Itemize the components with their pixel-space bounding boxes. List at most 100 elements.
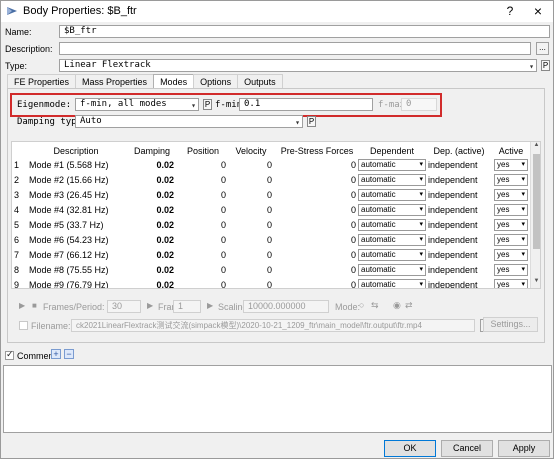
cell-dependent-select[interactable]: automatic ▾ <box>358 264 426 276</box>
column-header-active[interactable]: Active <box>492 144 530 158</box>
cell-description[interactable]: Mode #8 (75.55 Hz) <box>29 263 125 278</box>
cell-position[interactable]: 0 <box>180 278 226 288</box>
cell-velocity[interactable]: 0 <box>228 248 272 263</box>
cell-dep-active[interactable]: independent <box>428 173 490 188</box>
row-index[interactable]: 1 <box>14 158 26 173</box>
row-index[interactable]: 8 <box>14 263 26 278</box>
mode-radio-loop[interactable]: ◉ <box>393 300 401 311</box>
cell-damping[interactable]: 0.02 <box>128 248 174 263</box>
cell-dep-active[interactable]: independent <box>428 263 490 278</box>
cell-dep-active[interactable]: independent <box>428 203 490 218</box>
filename-checkbox[interactable] <box>19 321 28 330</box>
column-header-prestress[interactable]: Pre-Stress Forces <box>276 144 358 158</box>
cell-prestress[interactable]: 0 <box>276 263 356 278</box>
cell-description[interactable]: Mode #4 (32.81 Hz) <box>29 203 125 218</box>
cell-description[interactable]: Mode #6 (54.23 Hz) <box>29 233 125 248</box>
cell-position[interactable]: 0 <box>180 233 226 248</box>
frames-period-field[interactable]: 30 <box>107 300 141 313</box>
cell-velocity[interactable]: 0 <box>228 233 272 248</box>
cell-velocity[interactable]: 0 <box>228 203 272 218</box>
cell-position[interactable]: 0 <box>180 203 226 218</box>
table-row[interactable]: 3 Mode #3 (26.45 Hz) 0.02 0 0 0 independent aut… <box>12 188 530 203</box>
cell-active-select[interactable]: yes ▾ <box>494 234 528 246</box>
column-header-damping[interactable]: Damping <box>126 144 178 158</box>
table-row[interactable]: 2 Mode #2 (15.66 Hz) 0.02 0 0 0 independent aut… <box>12 173 530 188</box>
cell-dep-active[interactable]: independent <box>428 278 490 288</box>
scaling-field[interactable]: 10000.000000 <box>243 300 329 313</box>
table-row[interactable]: 9 Mode #9 (76.79 Hz) 0.02 0 0 0 independent aut… <box>12 278 530 288</box>
cell-active-select[interactable]: yes ▾ <box>494 159 528 171</box>
cell-description[interactable]: Mode #9 (76.79 Hz) <box>29 278 125 288</box>
row-index[interactable]: 4 <box>14 203 26 218</box>
cell-velocity[interactable]: 0 <box>228 158 272 173</box>
name-field[interactable]: $B_ftr <box>59 25 550 38</box>
tab-mass-properties[interactable]: Mass Properties <box>75 74 155 89</box>
table-row[interactable]: 4 Mode #4 (32.81 Hz) 0.02 0 0 0 independent aut… <box>12 203 530 218</box>
cell-description[interactable]: Mode #2 (15.66 Hz) <box>29 173 125 188</box>
row-index[interactable]: 3 <box>14 188 26 203</box>
cell-damping[interactable]: 0.02 <box>128 158 174 173</box>
settings-button[interactable]: Settings... <box>483 317 538 332</box>
tab-outputs[interactable]: Outputs <box>237 74 283 89</box>
cell-prestress[interactable]: 0 <box>276 233 356 248</box>
cell-dep-active[interactable]: independent <box>428 188 490 203</box>
cell-dependent-select[interactable]: automatic ▾ <box>358 159 426 171</box>
cell-prestress[interactable]: 0 <box>276 173 356 188</box>
row-index[interactable]: 9 <box>14 278 26 288</box>
cell-dep-active[interactable]: independent <box>428 158 490 173</box>
scroll-down-icon[interactable]: ▼ <box>531 278 540 288</box>
cell-dependent-select[interactable]: automatic ▾ <box>358 189 426 201</box>
cell-description[interactable]: Mode #3 (26.45 Hz) <box>29 188 125 203</box>
cell-position[interactable]: 0 <box>180 248 226 263</box>
row-index[interactable]: 6 <box>14 233 26 248</box>
cell-damping[interactable]: 0.02 <box>128 218 174 233</box>
cell-active-select[interactable]: yes ▾ <box>494 189 528 201</box>
cell-position[interactable]: 0 <box>180 158 226 173</box>
row-index[interactable]: 5 <box>14 218 26 233</box>
cell-velocity[interactable]: 0 <box>228 278 272 288</box>
cell-damping[interactable]: 0.02 <box>128 203 174 218</box>
table-row[interactable]: 6 Mode #6 (54.23 Hz) 0.02 0 0 0 independent aut… <box>12 233 530 248</box>
cell-position[interactable]: 0 <box>180 188 226 203</box>
cell-velocity[interactable]: 0 <box>228 218 272 233</box>
help-button[interactable]: ? <box>501 3 519 19</box>
cell-active-select[interactable]: yes ▾ <box>494 249 528 261</box>
cell-dependent-select[interactable]: automatic ▾ <box>358 174 426 186</box>
cell-velocity[interactable]: 0 <box>228 188 272 203</box>
filename-field[interactable]: ck2021LinearFlextrack测试交流(simpack模型)\202… <box>71 319 475 332</box>
comment-remove-button[interactable]: − <box>64 349 74 359</box>
cell-active-select[interactable]: yes ▾ <box>494 204 528 216</box>
cell-dep-active[interactable]: independent <box>428 218 490 233</box>
damping-parameter-button[interactable]: P <box>307 116 316 127</box>
cell-active-select[interactable]: yes ▾ <box>494 264 528 276</box>
type-parameter-button[interactable]: P <box>541 60 550 71</box>
column-header-description[interactable]: Description <box>28 144 124 158</box>
column-header-position[interactable]: Position <box>180 144 226 158</box>
cell-prestress[interactable]: 0 <box>276 203 356 218</box>
cell-damping[interactable]: 0.02 <box>128 263 174 278</box>
cell-position[interactable]: 0 <box>180 218 226 233</box>
apply-button[interactable]: Apply <box>498 440 550 457</box>
cell-dependent-select[interactable]: automatic ▾ <box>358 279 426 288</box>
table-row[interactable]: 1 Mode #1 (5.568 Hz) 0.02 0 0 0 independent aut… <box>12 158 530 173</box>
mode-radio-single[interactable]: ○ <box>359 300 364 310</box>
close-button[interactable]: × <box>529 3 547 19</box>
tab-options[interactable]: Options <box>193 74 239 89</box>
cell-active-select[interactable]: yes ▾ <box>494 219 528 231</box>
column-header-dependent[interactable]: Dependent <box>358 144 426 158</box>
table-row[interactable]: 5 Mode #5 (33.7 Hz) 0.02 0 0 0 independent auto… <box>12 218 530 233</box>
cell-position[interactable]: 0 <box>180 263 226 278</box>
scroll-up-icon[interactable]: ▲ <box>531 142 540 152</box>
description-field[interactable] <box>59 42 531 55</box>
cell-velocity[interactable]: 0 <box>228 173 272 188</box>
table-row[interactable]: 7 Mode #7 (66.12 Hz) 0.02 0 0 0 independent aut… <box>12 248 530 263</box>
row-index[interactable]: 2 <box>14 173 26 188</box>
cell-dep-active[interactable]: independent <box>428 248 490 263</box>
cell-description[interactable]: Mode #5 (33.7 Hz) <box>29 218 125 233</box>
comment-textarea[interactable] <box>3 365 552 433</box>
cell-damping[interactable]: 0.02 <box>128 188 174 203</box>
comment-checkbox[interactable] <box>5 349 14 360</box>
row-index[interactable]: 7 <box>14 248 26 263</box>
cell-dependent-select[interactable]: automatic ▾ <box>358 234 426 246</box>
cell-description[interactable]: Mode #7 (66.12 Hz) <box>29 248 125 263</box>
